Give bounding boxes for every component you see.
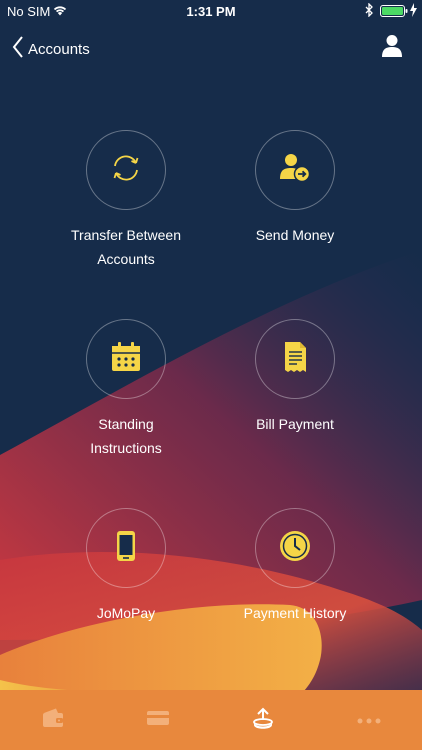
tile-label: Standing Instructions [41,412,211,460]
tile-icon-circle [86,508,166,588]
tile-label: Transfer Between Accounts [41,223,211,271]
tile-label-line: Bill Payment [256,416,334,432]
tile-label-line: Transfer Between [71,227,181,243]
back-button[interactable]: Accounts [12,36,90,62]
chevron-left-icon [12,36,24,62]
user-icon [382,35,402,62]
tile-label: Payment History [210,601,380,625]
transfer-upload-icon [251,706,275,735]
tile-label-line: Instructions [90,440,162,456]
tab-transfers[interactable] [210,690,315,750]
tile-icon-circle [86,319,166,399]
clock-icon [278,529,312,568]
tile-label: Bill Payment [210,412,380,436]
tile-label-line: Send Money [255,227,335,243]
tab-wallet[interactable] [0,690,105,750]
calendar-icon [109,340,143,379]
tile-icon-circle [255,508,335,588]
tile-bill-payment[interactable]: Bill Payment [210,319,380,436]
tile-icon-circle [255,130,335,210]
tile-payment-history[interactable]: Payment History [210,508,380,625]
user-send-icon [278,151,312,190]
tile-label-line: Accounts [97,251,155,267]
tile-standing-instructions[interactable]: Standing Instructions [41,319,211,460]
tile-jomopay[interactable]: JoMoPay [41,508,211,625]
tile-transfer-between-accounts[interactable]: Transfer Between Accounts [41,130,211,271]
tab-cards[interactable] [105,690,210,750]
tile-label-line: JoMoPay [96,605,156,621]
tab-more[interactable] [316,690,421,750]
status-bar: No SIM 1:31 PM [0,0,422,22]
receipt-icon [278,340,312,379]
charging-icon [410,3,417,20]
tile-label: JoMoPay [41,601,211,625]
profile-button[interactable] [382,34,404,60]
mobile-phone-icon [109,529,143,568]
tab-bar [0,690,422,750]
clock-time: 1:31 PM [186,4,236,19]
tile-send-money[interactable]: Send Money [210,130,380,247]
battery-icon [380,5,408,20]
tile-label: Send Money [210,223,380,247]
bluetooth-icon [365,2,374,20]
tile-label-line: Standing [98,416,154,432]
transfer-arrows-icon [109,151,143,190]
tile-icon-circle [255,319,335,399]
back-label: Accounts [28,40,90,58]
tile-icon-circle [86,130,166,210]
card-icon [146,709,170,732]
navigation-bar: Accounts [0,30,422,70]
wallet-icon [41,707,65,734]
more-dots-icon [357,711,381,729]
tile-label-line: Payment History [243,605,347,621]
